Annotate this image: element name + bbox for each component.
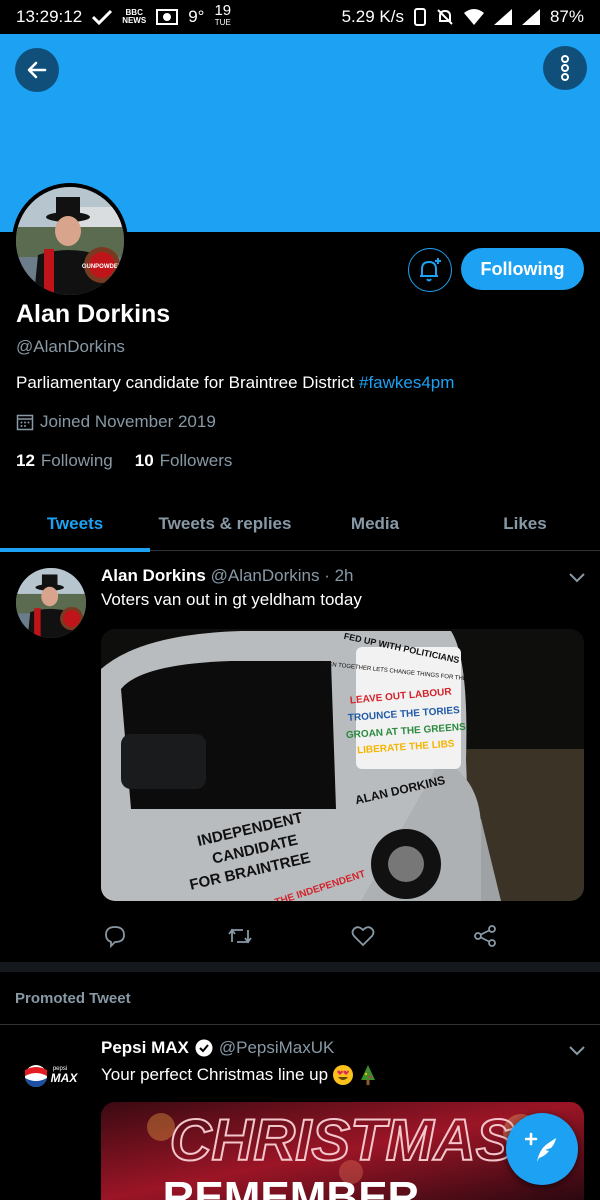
arrow-left-icon bbox=[27, 61, 47, 79]
profile-handle: @AlanDorkins bbox=[16, 337, 125, 356]
profile-tabs: Tweets Tweets & replies Media Likes bbox=[0, 500, 600, 552]
tab-likes[interactable]: Likes bbox=[450, 500, 600, 550]
christmas-tree-emoji-icon bbox=[361, 1065, 376, 1085]
heart-eyes-emoji-icon bbox=[333, 1065, 354, 1085]
bio-text: Parliamentary candidate for Braintree Di… bbox=[16, 373, 359, 392]
chevron-down-icon[interactable] bbox=[568, 1043, 586, 1057]
compose-feather-icon bbox=[525, 1132, 556, 1162]
tweet[interactable]: Alan Dorkins @AlanDorkins · 2h Voters va… bbox=[0, 552, 600, 962]
back-button[interactable] bbox=[15, 48, 59, 92]
tweet-author-name[interactable]: Alan Dorkins bbox=[101, 566, 206, 585]
profile-avatar[interactable]: GUNPOWDER bbox=[12, 183, 128, 299]
promoted-header: Pepsi MAX @PepsiMaxUK bbox=[101, 1038, 334, 1058]
pepsi-avatar[interactable]: pepsi MAX bbox=[16, 1040, 86, 1110]
status-date: 19 TUE bbox=[214, 2, 232, 27]
tab-tweets[interactable]: Tweets bbox=[0, 500, 150, 552]
follow-counts: 12 Following 10 Followers bbox=[16, 451, 232, 471]
tweet-actions bbox=[101, 924, 501, 954]
like-heart-icon[interactable] bbox=[351, 924, 375, 948]
compose-tweet-button[interactable] bbox=[506, 1113, 578, 1185]
promoted-text: Your perfect Christmas line up bbox=[101, 1065, 329, 1084]
weather-app-icon bbox=[156, 9, 179, 25]
svg-text:REMEMBER: REMEMBER bbox=[163, 1173, 420, 1200]
svg-text:GUNPOWDER: GUNPOWDER bbox=[82, 264, 123, 270]
more-options-button[interactable] bbox=[543, 46, 587, 90]
battery-level: 87% bbox=[549, 7, 584, 26]
promoted-author-handle: @PepsiMaxUK bbox=[218, 1038, 335, 1057]
tab-media[interactable]: Media bbox=[300, 500, 450, 550]
svg-text:MAX: MAX bbox=[51, 1071, 79, 1085]
signal-icon bbox=[493, 9, 512, 25]
bio-hashtag-link[interactable]: #fawkes4pm bbox=[359, 373, 454, 392]
more-vertical-icon bbox=[561, 55, 569, 81]
bell-plus-icon bbox=[420, 258, 441, 282]
promoted-tweet-label: Promoted Tweet bbox=[15, 990, 131, 1007]
following-count-link[interactable]: 12 Following bbox=[16, 451, 113, 471]
check-icon bbox=[92, 9, 113, 25]
pepsi-max-logo: pepsi MAX bbox=[16, 1040, 86, 1110]
notifications-toggle-button[interactable] bbox=[408, 248, 452, 292]
avatar-photo: GUNPOWDER bbox=[16, 187, 124, 295]
tab-tweets-replies[interactable]: Tweets & replies bbox=[150, 500, 300, 550]
joined-date: Joined November 2019 bbox=[16, 412, 216, 432]
following-button[interactable]: Following bbox=[461, 248, 584, 290]
phone-icon bbox=[413, 8, 426, 26]
followers-count-link[interactable]: 10 Followers bbox=[135, 451, 233, 471]
promoted-author-name[interactable]: Pepsi MAX bbox=[101, 1038, 189, 1058]
promoted-tweet-text: Your perfect Christmas line up bbox=[101, 1064, 378, 1086]
status-time: 13:29:12 bbox=[16, 7, 83, 26]
svg-text:CHRISTMAS: CHRISTMAS bbox=[170, 1108, 515, 1173]
divider bbox=[0, 1024, 600, 1025]
calendar-icon bbox=[16, 414, 34, 431]
share-icon[interactable] bbox=[473, 924, 497, 948]
temperature: 9° bbox=[188, 7, 205, 26]
section-divider bbox=[0, 962, 600, 972]
mute-icon bbox=[437, 9, 453, 25]
network-speed: 5.29 K/s bbox=[341, 7, 404, 26]
van-photo: FED UP WITH POLITICIANS THEN TOGETHER LE… bbox=[101, 629, 584, 901]
verified-badge-icon bbox=[195, 1039, 213, 1057]
joined-text: Joined November 2019 bbox=[40, 412, 216, 431]
tweet-author-handle-time: @AlanDorkins · 2h bbox=[210, 566, 354, 585]
tweet-header: Alan Dorkins @AlanDorkins · 2h bbox=[101, 566, 354, 586]
tweet-image[interactable]: FED UP WITH POLITICIANS THEN TOGETHER LE… bbox=[101, 629, 584, 901]
wifi-icon bbox=[463, 9, 484, 25]
avatar-photo-small bbox=[16, 568, 86, 638]
tweet-text: Voters van out in gt yeldham today bbox=[101, 590, 362, 609]
signal-icon-2 bbox=[521, 9, 540, 25]
news-icon: BBC NEWS bbox=[122, 8, 147, 25]
status-bar: 13:29:12 BBC NEWS 9° 19 TUE 5.29 K/s 87% bbox=[0, 0, 600, 34]
tweet-avatar[interactable] bbox=[16, 568, 86, 638]
retweet-icon[interactable] bbox=[227, 924, 253, 948]
profile-bio: Parliamentary candidate for Braintree Di… bbox=[16, 373, 454, 393]
profile-display-name: Alan Dorkins bbox=[16, 300, 171, 328]
reply-icon[interactable] bbox=[103, 924, 127, 948]
chevron-down-icon[interactable] bbox=[568, 570, 586, 584]
